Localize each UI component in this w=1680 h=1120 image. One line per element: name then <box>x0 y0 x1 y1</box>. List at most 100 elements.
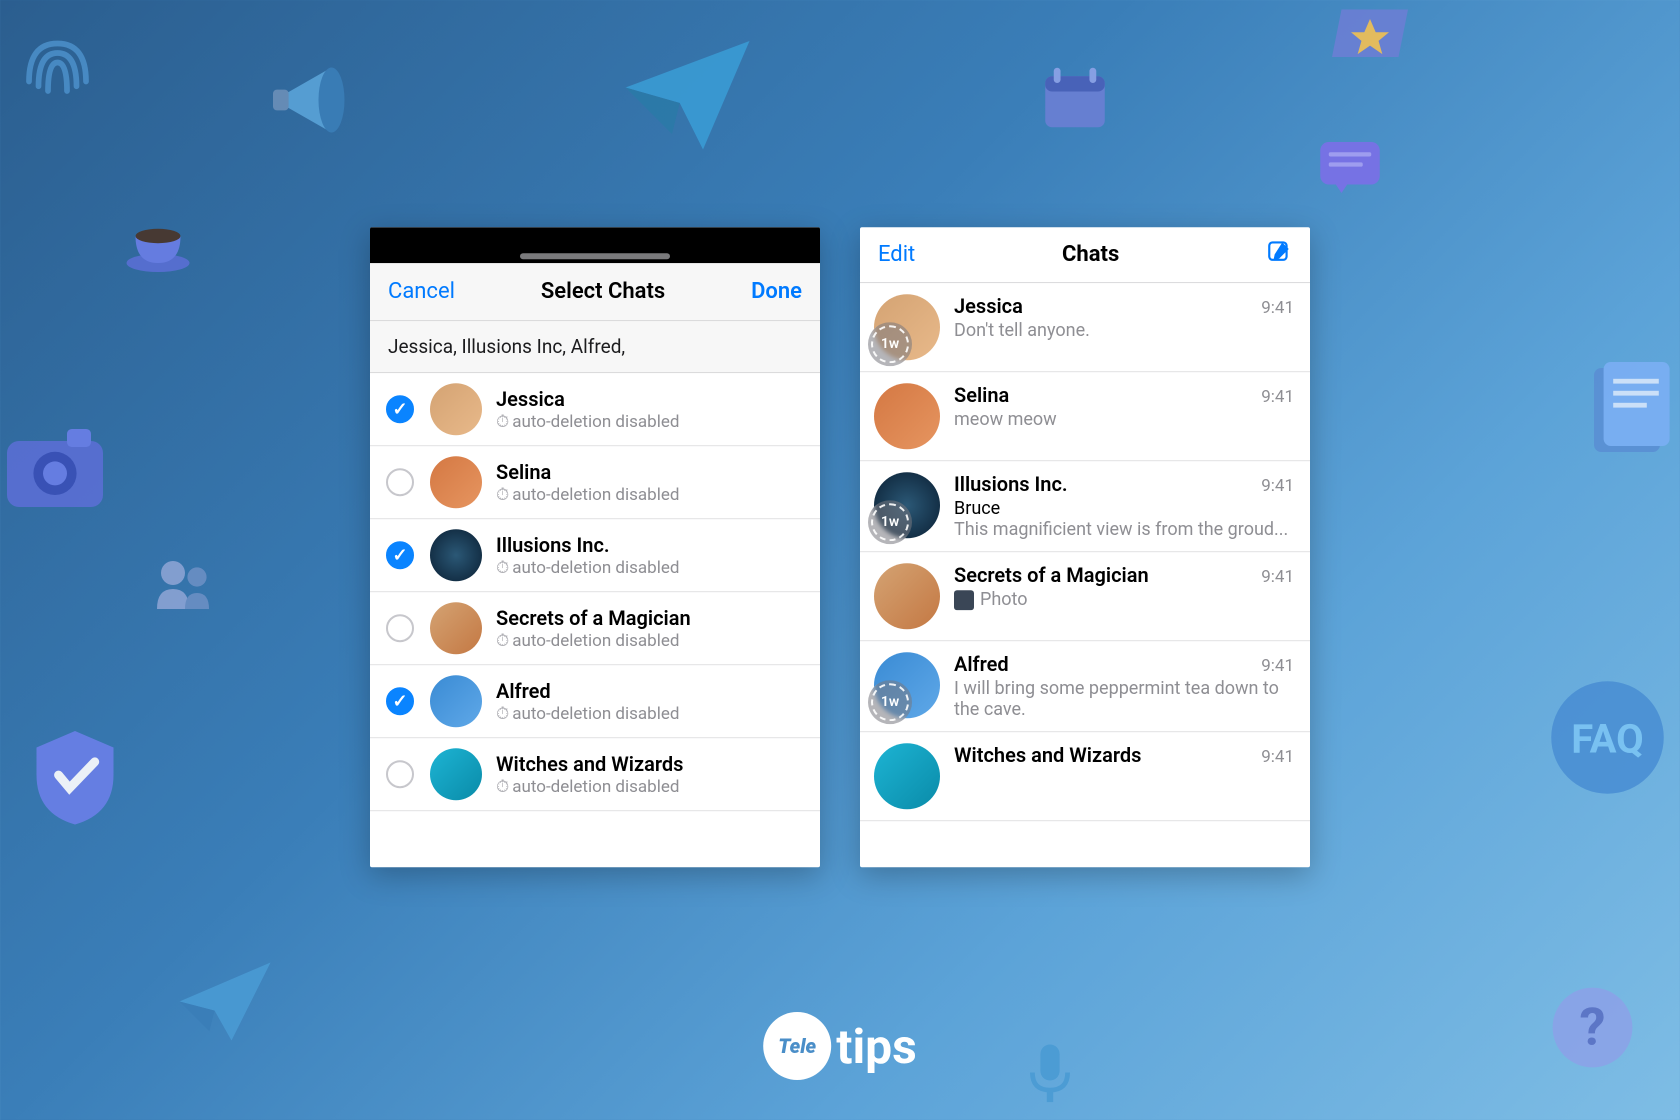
chat-message-preview: meow meow <box>954 409 1294 430</box>
timer-icon: ⏱ <box>496 631 509 651</box>
select-checkbox[interactable] <box>386 468 414 496</box>
chat-row-text: Selina ⏱auto-deletion disabled <box>496 460 806 505</box>
chat-subtitle: ⏱auto-deletion disabled <box>496 631 806 651</box>
chat-time: 9:41 <box>1261 387 1294 407</box>
tips-text: tips <box>836 1018 917 1075</box>
sheet-grabber[interactable] <box>520 253 670 259</box>
chat-row[interactable]: 1w Illusions Inc. 9:41 BruceThis magnifi… <box>860 461 1310 552</box>
timer-icon: ⏱ <box>496 485 509 505</box>
compose-button[interactable] <box>1266 239 1292 271</box>
chat-time: 9:41 <box>1261 298 1294 318</box>
chat-subtitle: ⏱auto-deletion disabled <box>496 412 806 432</box>
select-chat-row[interactable]: Secrets of a Magician ⏱auto-deletion dis… <box>370 592 820 665</box>
chat-avatar: 1w <box>874 652 940 718</box>
chat-subtitle: ⏱auto-deletion disabled <box>496 704 806 724</box>
fingerprint-icon <box>10 15 105 110</box>
auto-delete-badge: 1w <box>868 680 912 724</box>
chat-content: Secrets of a Magician 9:41 Photo <box>954 563 1294 610</box>
select-checkbox[interactable] <box>386 760 414 788</box>
chat-row-text: Alfred ⏱auto-deletion disabled <box>496 679 806 724</box>
megaphone-icon <box>260 35 390 165</box>
chat-name: Jessica <box>496 387 806 411</box>
select-checkbox[interactable] <box>386 687 414 715</box>
timer-icon: ⏱ <box>496 558 509 578</box>
chat-name: Secrets of a Magician <box>954 563 1149 587</box>
chat-avatar: 1w <box>874 294 940 360</box>
chat-message-preview: Don't tell anyone. <box>954 320 1294 341</box>
camera-icon <box>0 405 115 525</box>
chat-message-preview: BruceThis magnificient view is from the … <box>954 498 1294 540</box>
chat-content: Alfred 9:41 I will bring some peppermint… <box>954 652 1294 720</box>
chat-avatar <box>430 383 482 435</box>
auto-delete-badge: 1w <box>868 322 912 366</box>
tele-badge: Tele <box>763 1012 831 1080</box>
chat-name: Witches and Wizards <box>954 743 1141 767</box>
svg-text:?: ? <box>1580 997 1606 1058</box>
paper-plane-2-icon <box>155 930 295 1060</box>
chat-row[interactable]: Secrets of a Magician 9:41 Photo <box>860 552 1310 641</box>
select-chat-row[interactable]: Selina ⏱auto-deletion disabled <box>370 446 820 519</box>
chat-message-preview: Photo <box>954 589 1294 610</box>
svg-text:FAQ: FAQ <box>1571 716 1643 763</box>
timer-icon: ⏱ <box>496 777 509 797</box>
chats-list: 1w Jessica 9:41 Don't tell anyone. Selin… <box>860 283 1310 821</box>
chat-row[interactable]: 1w Jessica 9:41 Don't tell anyone. <box>860 283 1310 372</box>
chat-time: 9:41 <box>1261 656 1294 676</box>
chat-subtitle: ⏱auto-deletion disabled <box>496 485 806 505</box>
chat-avatar <box>430 456 482 508</box>
timer-icon: ⏱ <box>496 412 509 432</box>
chat-avatar <box>874 563 940 629</box>
chat-content: Jessica 9:41 Don't tell anyone. <box>954 294 1294 341</box>
chat-row[interactable]: Witches and Wizards 9:41 <box>860 732 1310 821</box>
chat-name: Illusions Inc. <box>496 533 806 557</box>
select-chats-list: Jessica ⏱auto-deletion disabled Selina ⏱… <box>370 373 820 811</box>
chats-header: Edit Chats <box>860 227 1310 283</box>
compose-icon <box>1266 239 1292 265</box>
chat-content: Witches and Wizards 9:41 <box>954 743 1294 767</box>
chat-message-preview: I will bring some peppermint tea down to… <box>954 678 1294 720</box>
select-chat-row[interactable]: Jessica ⏱auto-deletion disabled <box>370 373 820 446</box>
cancel-button[interactable]: Cancel <box>388 279 455 304</box>
select-chats-header: Cancel Select Chats Done <box>370 263 820 321</box>
chat-row[interactable]: Selina 9:41 meow meow <box>860 372 1310 461</box>
chat-content: Illusions Inc. 9:41 BruceThis magnificie… <box>954 472 1294 540</box>
select-chat-row[interactable]: Witches and Wizards ⏱auto-deletion disab… <box>370 738 820 811</box>
chat-avatar <box>430 602 482 654</box>
calendar-icon <box>1030 55 1120 140</box>
chat-avatar <box>430 529 482 581</box>
sheet-top-bar <box>370 227 820 263</box>
chat-avatar <box>430 748 482 800</box>
chat-time: 9:41 <box>1261 747 1294 767</box>
chat-name: Selina <box>496 460 806 484</box>
select-checkbox[interactable] <box>386 541 414 569</box>
chat-avatar <box>874 383 940 449</box>
chat-name: Illusions Inc. <box>954 472 1068 496</box>
chat-row-text: Secrets of a Magician ⏱auto-deletion dis… <box>496 606 806 651</box>
select-checkbox[interactable] <box>386 395 414 423</box>
chat-name: Alfred <box>496 679 806 703</box>
teletips-logo: Tele tips <box>763 1012 917 1080</box>
timer-icon: ⏱ <box>496 704 509 724</box>
chat-avatar <box>874 743 940 809</box>
chat-avatar: 1w <box>874 472 940 538</box>
done-button[interactable]: Done <box>751 279 802 304</box>
chat-time: 9:41 <box>1261 476 1294 496</box>
chat-subtitle: ⏱auto-deletion disabled <box>496 558 806 578</box>
chat-name: Witches and Wizards <box>496 752 806 776</box>
chat-row-text: Jessica ⏱auto-deletion disabled <box>496 387 806 432</box>
selected-summary-field[interactable]: Jessica, Illusions Inc, Alfred, <box>370 321 820 373</box>
chat-row[interactable]: 1w Alfred 9:41 I will bring some pepperm… <box>860 641 1310 732</box>
select-chat-row[interactable]: Alfred ⏱auto-deletion disabled <box>370 665 820 738</box>
message-sender: Bruce <box>954 498 1294 519</box>
chats-screen: Edit Chats 1w Jessica 9:41 Don't tell an… <box>860 227 1310 867</box>
faq-icon: FAQ <box>1545 675 1670 800</box>
chat-avatar <box>430 675 482 727</box>
select-checkbox[interactable] <box>386 614 414 642</box>
photo-thumbnail <box>954 590 974 610</box>
edit-button[interactable]: Edit <box>878 242 915 267</box>
chat-subtitle: ⏱auto-deletion disabled <box>496 777 806 797</box>
chats-title: Chats <box>1062 242 1119 267</box>
select-chat-row[interactable]: Illusions Inc. ⏱auto-deletion disabled <box>370 519 820 592</box>
microphone-icon <box>1010 1030 1090 1115</box>
chat-bubble-icon <box>1300 125 1400 210</box>
